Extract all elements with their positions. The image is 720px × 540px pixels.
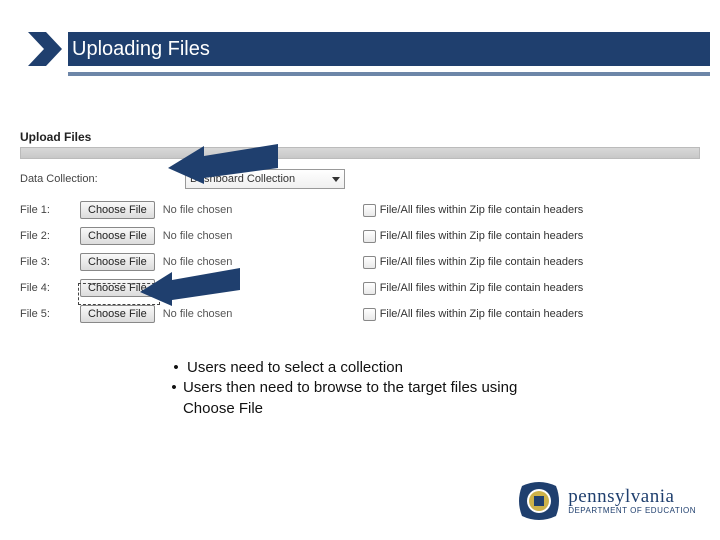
file-row-5: File 5: Choose File No file chosen File/…: [20, 301, 700, 327]
file-label: File 5:: [20, 308, 80, 320]
file-row-4: File 4: Choose File No file chosen File/…: [20, 275, 700, 301]
state-name: pennsylvania: [568, 487, 696, 506]
slide-header: Uploading Files: [28, 30, 710, 68]
header-underline: [68, 72, 710, 76]
data-collection-row: Data Collection: Dashboard Collection: [20, 167, 700, 191]
section-title: Upload Files: [20, 130, 700, 144]
file-label: File 3:: [20, 256, 80, 268]
bullet-dot: •: [165, 358, 187, 378]
file-label: File 4:: [20, 282, 80, 294]
file-label: File 2:: [20, 230, 80, 242]
chevron-down-icon: [332, 177, 340, 182]
zip-headers-checkbox[interactable]: [363, 256, 376, 269]
file-label: File 1:: [20, 204, 80, 216]
zip-headers-label: File/All files within Zip file contain h…: [380, 230, 584, 242]
logo-text: pennsylvania DEPARTMENT OF EDUCATION: [568, 487, 696, 516]
slide-title: Uploading Files: [68, 38, 210, 61]
bullet-text: Users need to select a collection: [187, 358, 403, 378]
list-item: • Users then need to browse to the targe…: [165, 378, 525, 419]
zip-headers-label: File/All files within Zip file contain h…: [380, 282, 584, 294]
bullet-list: • Users need to select a collection • Us…: [165, 358, 525, 419]
zip-headers-checkbox[interactable]: [363, 282, 376, 295]
zip-headers-checkbox[interactable]: [363, 204, 376, 217]
list-item: • Users need to select a collection: [165, 358, 525, 378]
footer-logo: pennsylvania DEPARTMENT OF EDUCATION: [518, 480, 696, 522]
choose-file-button[interactable]: Choose File: [80, 201, 155, 219]
zip-headers-checkbox[interactable]: [363, 230, 376, 243]
zip-headers-checkbox[interactable]: [363, 308, 376, 321]
no-file-text: No file chosen: [163, 204, 363, 216]
callout-arrow-icon: [140, 258, 240, 306]
chevron-right-icon: [28, 32, 62, 66]
section-bar: [20, 147, 700, 159]
title-bar: Uploading Files: [68, 32, 710, 66]
zip-headers-label: File/All files within Zip file contain h…: [380, 204, 584, 216]
choose-file-button[interactable]: Choose File: [80, 305, 155, 323]
file-row-2: File 2: Choose File No file chosen File/…: [20, 223, 700, 249]
zip-headers-label: File/All files within Zip file contain h…: [380, 308, 584, 320]
no-file-text: No file chosen: [163, 308, 363, 320]
no-file-text: No file chosen: [163, 230, 363, 242]
zip-headers-label: File/All files within Zip file contain h…: [380, 256, 584, 268]
upload-panel: Upload Files Data Collection: Dashboard …: [20, 130, 700, 327]
data-collection-label: Data Collection:: [20, 173, 185, 185]
choose-file-button[interactable]: Choose File: [80, 227, 155, 245]
callout-arrow-icon: [168, 128, 278, 184]
bullet-dot: •: [165, 378, 183, 419]
file-row-1: File 1: Choose File No file chosen File/…: [20, 197, 700, 223]
dept-name: DEPARTMENT OF EDUCATION: [568, 506, 696, 516]
bullet-text: Users then need to browse to the target …: [183, 378, 525, 419]
state-seal-icon: [518, 480, 560, 522]
file-row-3: File 3: Choose File No file chosen File/…: [20, 249, 700, 275]
